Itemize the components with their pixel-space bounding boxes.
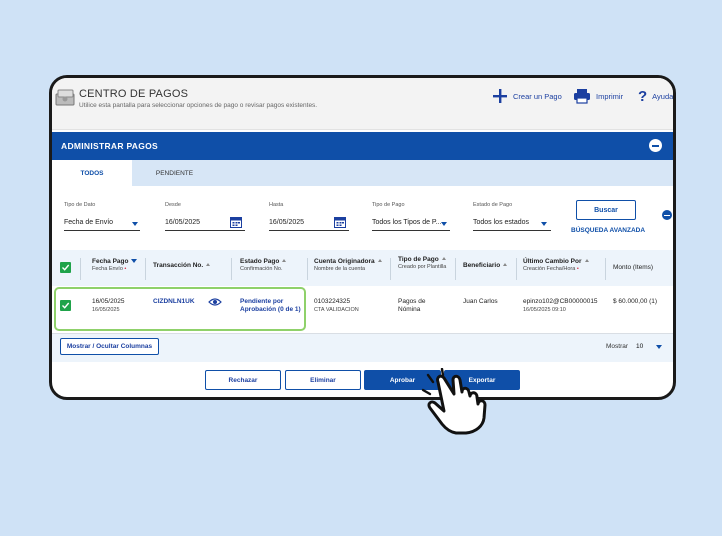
table-footer: Mostrar / Ocultar Columnas Mostrar 10 <box>52 334 673 362</box>
eye-icon[interactable] <box>208 297 222 307</box>
reject-button[interactable]: Rechazar <box>205 370 281 390</box>
delete-button[interactable]: Eliminar <box>285 370 361 390</box>
cell-cuenta: 0103224325 CTA VALIDACION <box>314 298 359 313</box>
col-ultimo-cambio[interactable]: Último Cambio Por Creación Fecha/Hora • <box>523 258 589 273</box>
help-icon: ? <box>638 88 648 105</box>
filters-panel: Tipo de Dato Fecha de Envío Desde 16/05/… <box>52 186 673 248</box>
page-title: CENTRO DE PAGOS <box>79 88 189 100</box>
estado-pago-select[interactable]: Todos los estados <box>473 219 529 226</box>
hasta-label: Hasta <box>269 202 284 208</box>
cell-monto: $ 60.000,00 (1) <box>613 298 658 305</box>
tipo-dato-label: Tipo de Dato <box>64 202 96 208</box>
col-tipo-pago[interactable]: Tipo de Pago Creado por Plantilla <box>398 256 458 271</box>
section-title: ADMINISTRAR PAGOS <box>61 141 159 151</box>
calendar-icon[interactable] <box>334 216 346 228</box>
estado-pago-label: Estado de Pago <box>473 202 513 208</box>
cell-tipo-pago: Pagos de Nómina <box>398 298 426 313</box>
printer-icon <box>574 89 590 104</box>
page-size-label: Mostrar <box>606 343 629 350</box>
tab-bar: TODOS PENDIENTE <box>52 160 673 186</box>
sort-icon <box>206 263 211 266</box>
table-row[interactable]: 16/05/2025 16/05/2025 CIZDNLN1UK Pendien… <box>52 286 673 334</box>
cell-transaccion-link[interactable]: CIZDNLN1UK <box>153 298 195 306</box>
select-all-checkbox[interactable] <box>60 262 71 273</box>
show-hide-columns-button[interactable]: Mostrar / Ocultar Columnas <box>60 338 159 355</box>
page-subtitle: Utilice esta pantalla para seleccionar o… <box>79 102 318 109</box>
top-bar: CENTRO DE PAGOS Utilice esta pantalla pa… <box>52 78 673 130</box>
print-button[interactable]: Imprimir <box>573 88 623 104</box>
advanced-search-link[interactable]: BÚSQUEDA AVANZADA <box>571 227 645 234</box>
cell-fecha: 16/05/2025 16/05/2025 <box>92 298 125 313</box>
tab-todos[interactable]: TODOS <box>52 160 132 186</box>
create-payment-button[interactable]: Crear un Pago <box>492 88 562 104</box>
action-bar: Rechazar Eliminar Aprobar Exportar <box>52 362 673 397</box>
section-header: ADMINISTRAR PAGOS <box>52 132 673 160</box>
collapse-icon[interactable] <box>662 210 672 220</box>
cell-estado-link[interactable]: Pendiente por Aprobación (0 de 1) <box>240 298 302 314</box>
row-checkbox[interactable] <box>60 300 71 311</box>
chevron-down-icon <box>441 222 447 226</box>
pointer-hand-icon <box>421 368 487 435</box>
create-payment-label: Crear un Pago <box>513 91 562 101</box>
col-estado-pago[interactable]: Estado Pago Confirmación No. <box>240 258 287 273</box>
col-fecha-pago[interactable]: Fecha Pago Fecha Envío • <box>92 258 138 273</box>
wallet-icon <box>55 89 75 106</box>
collapse-icon[interactable] <box>649 139 662 152</box>
sort-icon <box>441 257 446 260</box>
sort-desc-icon <box>131 259 138 263</box>
tab-pendiente[interactable]: PENDIENTE <box>142 160 207 186</box>
sort-icon <box>377 259 382 262</box>
col-cuenta[interactable]: Cuenta Originadora Nombre de la cuenta <box>314 258 382 273</box>
plus-icon <box>493 89 507 103</box>
chevron-down-icon <box>541 222 547 226</box>
col-transaccion[interactable]: Transacción No. <box>153 262 211 270</box>
cell-ultimo-cambio: epinzo102@CB00000015 16/05/2025 09:10 <box>523 298 598 313</box>
app-window: CENTRO DE PAGOS Utilice esta pantalla pa… <box>49 75 676 400</box>
print-label: Imprimir <box>596 91 624 101</box>
sort-icon <box>282 259 287 262</box>
tipo-pago-select[interactable]: Todos los Tipos de P... <box>372 219 442 226</box>
page-size-select[interactable]: 10 <box>636 343 643 350</box>
tipo-dato-select[interactable]: Fecha de Envío <box>64 219 113 226</box>
help-button[interactable]: ? Ayuda <box>638 88 673 105</box>
sort-icon <box>584 259 589 262</box>
checkbox-icon <box>62 264 70 271</box>
checkbox-icon <box>62 302 70 309</box>
calendar-icon[interactable] <box>230 216 242 228</box>
search-button[interactable]: Buscar <box>576 200 636 220</box>
chevron-down-icon[interactable] <box>656 345 662 349</box>
desde-input[interactable]: 16/05/2025 <box>165 219 200 226</box>
cell-beneficiario: Juan Carlos <box>463 298 498 305</box>
col-beneficiario[interactable]: Beneficiario <box>463 262 508 270</box>
hasta-input[interactable]: 16/05/2025 <box>269 219 304 226</box>
tipo-pago-label: Tipo de Pago <box>372 202 405 208</box>
help-label: Ayuda <box>652 92 674 101</box>
desde-label: Desde <box>165 202 181 208</box>
chevron-down-icon <box>132 222 138 226</box>
table-header: Fecha Pago Fecha Envío • Transacción No.… <box>52 250 673 286</box>
sort-icon <box>503 263 508 266</box>
col-monto[interactable]: Monto (Items) <box>613 264 653 272</box>
